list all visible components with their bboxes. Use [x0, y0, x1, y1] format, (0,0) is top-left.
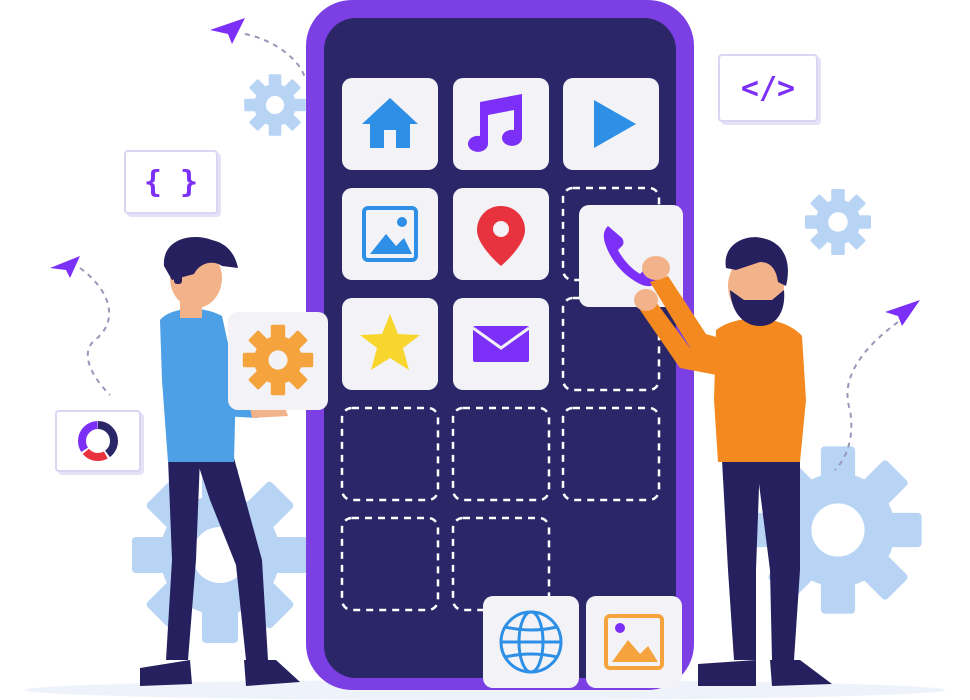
illustration-canvas — [25, 0, 945, 700]
photo-tile — [586, 596, 682, 688]
app-development-illustration: </> { } — [0, 0, 970, 700]
mail-icon — [472, 326, 530, 362]
settings-gear-tile — [228, 312, 328, 410]
globe-tile — [483, 596, 579, 688]
settings-gear-icon — [242, 324, 314, 396]
